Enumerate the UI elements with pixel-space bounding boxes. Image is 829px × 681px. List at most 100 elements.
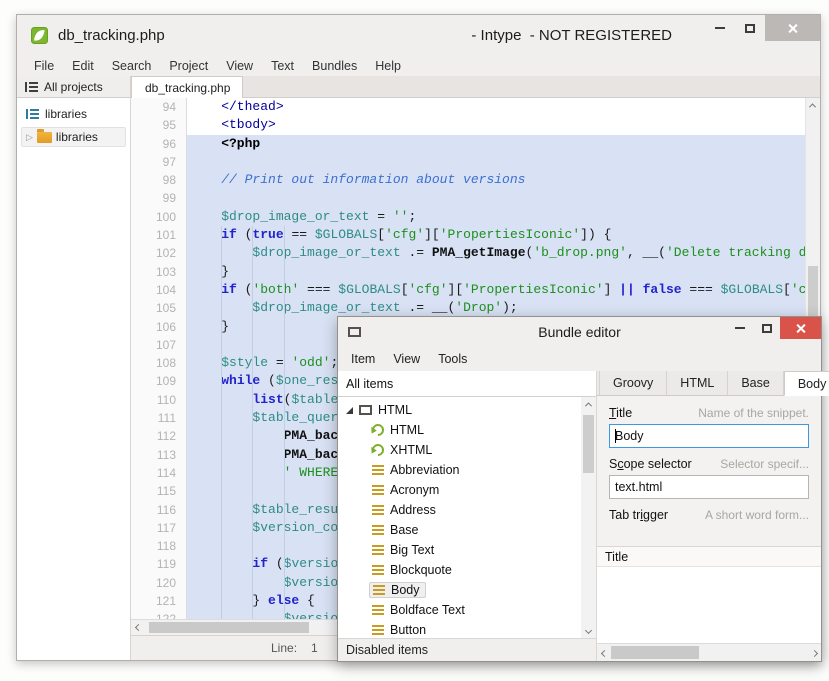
menu-bundles[interactable]: Bundles (303, 57, 366, 75)
tree-item-boldface-text[interactable]: Boldface Text (338, 600, 596, 620)
scrollbar-thumb[interactable] (149, 622, 309, 633)
code-line[interactable]: } (187, 263, 820, 281)
tree-item-label: Address (390, 503, 436, 517)
tree-item-html[interactable]: HTML (338, 420, 596, 440)
menu-view[interactable]: View (217, 57, 262, 75)
tree-expanded-icon[interactable] (346, 407, 353, 414)
scroll-up-button[interactable] (805, 98, 820, 113)
line-number: 105 (131, 299, 186, 317)
title-input[interactable]: Body (609, 424, 809, 448)
code-line[interactable] (187, 189, 820, 207)
tree-item-address[interactable]: Address (338, 500, 596, 520)
tree-selected-item[interactable]: Body (369, 582, 426, 598)
scrollbar-thumb[interactable] (611, 646, 699, 659)
dialog-titlebar[interactable]: Bundle editor (338, 317, 821, 347)
scrollbar-thumb[interactable] (808, 266, 818, 322)
scroll-up-button[interactable] (581, 397, 596, 412)
scroll-right-button[interactable] (807, 645, 821, 661)
line-number: 101 (131, 226, 186, 244)
menu-text[interactable]: Text (262, 57, 303, 75)
refresh-icon (370, 422, 387, 439)
line-number: 113 (131, 446, 186, 464)
tab-groovy[interactable]: Groovy (599, 371, 667, 395)
dialog-horizontal-scrollbar[interactable] (597, 643, 821, 661)
dialog-minimize-button[interactable] (726, 317, 753, 339)
line-number: 119 (131, 555, 186, 573)
snippet-list-area[interactable] (597, 567, 821, 643)
tab-body[interactable]: Body (784, 371, 829, 396)
tree-item-label: Boldface Text (390, 603, 465, 617)
all-projects-button[interactable]: All projects (17, 76, 131, 97)
scroll-down-button[interactable] (581, 623, 596, 638)
snippet-icon (373, 585, 385, 595)
tree-item-big-text[interactable]: Big Text (338, 540, 596, 560)
tree-item-button[interactable]: Button (338, 620, 596, 638)
items-filter-input[interactable]: All items (338, 371, 596, 397)
tab-html[interactable]: HTML (667, 371, 728, 395)
menu-edit[interactable]: Edit (63, 57, 103, 75)
maximize-icon (762, 324, 772, 333)
code-line[interactable]: <tbody> (187, 116, 820, 134)
tree-item-base[interactable]: Base (338, 520, 596, 540)
field-hint: Selector specif... (720, 457, 809, 471)
disabled-items-bar[interactable]: Disabled items (338, 638, 596, 661)
indent-guide (284, 226, 285, 619)
code-line[interactable]: if ('both' === $GLOBALS['cfg']['Properti… (187, 281, 820, 299)
tab-label: db_tracking.php (145, 81, 230, 95)
library-list-icon (26, 109, 39, 119)
line-number: 112 (131, 427, 186, 445)
code-line[interactable]: $drop_image_or_text .= PMA_getImage('b_d… (187, 244, 820, 262)
menu-project[interactable]: Project (160, 57, 217, 75)
tree-root-html[interactable]: HTML (338, 400, 596, 420)
tree-item-body[interactable]: Body (338, 580, 596, 600)
dialog-menu-item[interactable]: Item (342, 350, 384, 368)
field-hint: Name of the snippet. (698, 406, 809, 420)
tree-item-blockquote[interactable]: Blockquote (338, 560, 596, 580)
bundle-items-tree[interactable]: HTML HTML XHTML AbbreviationAcronym Address B… (338, 397, 596, 638)
code-line[interactable] (187, 153, 820, 171)
refresh-icon (370, 442, 387, 459)
sidebar-item-libraries[interactable]: ▷ libraries (21, 127, 126, 147)
snippet-icon (372, 505, 384, 515)
list-column-header[interactable]: Title (597, 546, 821, 567)
main-titlebar[interactable]: db_tracking.php - Intype - NOT REGISTERE… (17, 15, 820, 55)
maximize-button[interactable] (735, 15, 765, 41)
tree-item-acronym[interactable]: Acronym (338, 480, 596, 500)
close-button[interactable] (765, 15, 820, 41)
menu-search[interactable]: Search (103, 57, 161, 75)
line-number: 107 (131, 336, 186, 354)
menu-file[interactable]: File (25, 57, 63, 75)
line-label: Line: (271, 641, 297, 655)
dialog-close-button[interactable] (780, 317, 821, 339)
window-title: db_tracking.php (58, 27, 165, 44)
line-number: 121 (131, 592, 186, 610)
code-line[interactable]: <?php (187, 135, 820, 153)
code-line[interactable]: $drop_image_or_text .= __('Drop'); (187, 299, 820, 317)
scope-selector-input[interactable]: text.html (609, 475, 809, 499)
code-line[interactable]: </thead> (187, 98, 820, 116)
line-number: 109 (131, 372, 186, 390)
scroll-left-button[interactable] (597, 645, 611, 661)
snippet-icon (372, 545, 384, 555)
scrollbar-thumb[interactable] (583, 415, 594, 473)
expander-icon[interactable]: ▷ (26, 133, 33, 142)
sidebar-header-libraries[interactable]: libraries (17, 104, 130, 124)
dialog-menu-view[interactable]: View (384, 350, 429, 368)
tree-item-xhtml[interactable]: XHTML (338, 440, 596, 460)
tab-db-tracking[interactable]: db_tracking.php (131, 76, 243, 98)
dialog-menu-tools[interactable]: Tools (429, 350, 476, 368)
scroll-left-button[interactable] (131, 620, 146, 635)
code-line[interactable]: // Print out information about versions (187, 171, 820, 189)
code-line[interactable]: if (true == $GLOBALS['cfg']['PropertiesI… (187, 226, 820, 244)
tab-base[interactable]: Base (728, 371, 784, 395)
menu-help[interactable]: Help (366, 57, 410, 75)
tree-item-label: XHTML (390, 443, 432, 457)
dialog-maximize-button[interactable] (753, 317, 780, 339)
tree-root-label: HTML (378, 403, 412, 417)
code-line[interactable]: $drop_image_or_text = ''; (187, 208, 820, 226)
minimize-button[interactable] (705, 15, 735, 41)
tree-vertical-scrollbar[interactable] (581, 397, 596, 638)
tree-item-abbreviation[interactable]: Abbreviation (338, 460, 596, 480)
disabled-items-label: Disabled items (346, 643, 428, 657)
tree-item-label: Big Text (390, 543, 434, 557)
